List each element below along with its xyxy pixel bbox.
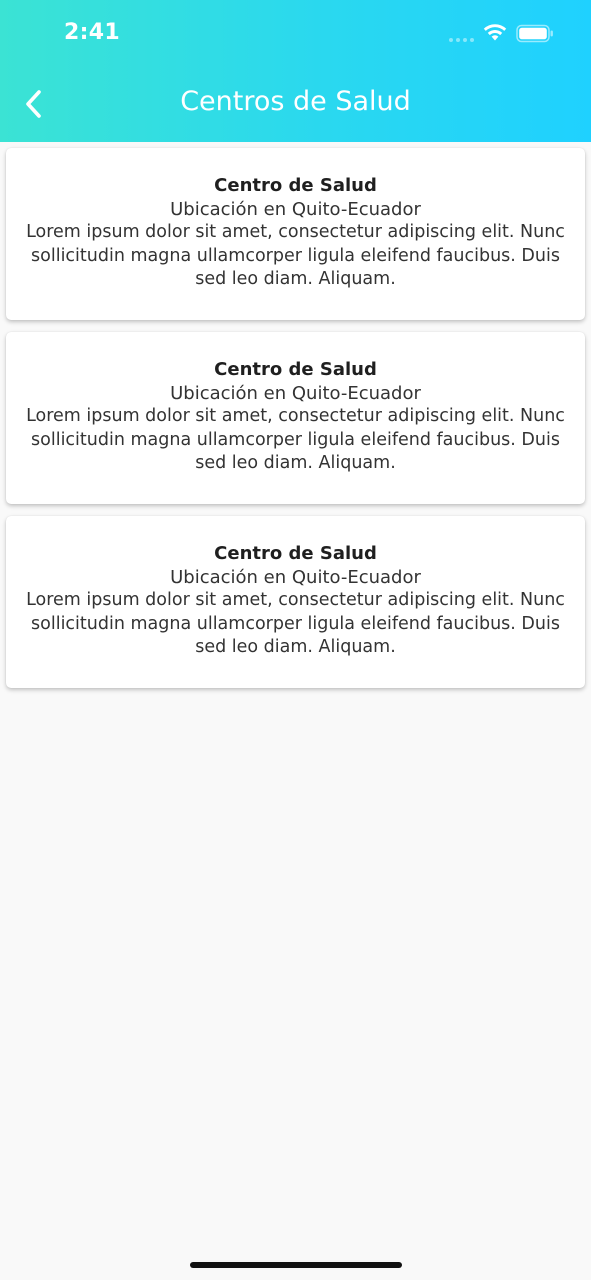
card-location: Ubicación en Quito-Ecuador bbox=[170, 383, 421, 404]
navigation-bar: Centros de Salud bbox=[0, 72, 591, 136]
card-description: Lorem ipsum dolor sit amet, consectetur … bbox=[26, 406, 565, 473]
health-center-card[interactable]: Centro de Salud Ubicación en Quito-Ecuad… bbox=[6, 332, 585, 504]
card-title: Centro de Salud bbox=[214, 175, 377, 196]
home-indicator[interactable] bbox=[190, 1262, 402, 1268]
health-center-card[interactable]: Centro de Salud Ubicación en Quito-Ecuad… bbox=[6, 516, 585, 688]
cellular-signal-icon bbox=[449, 38, 477, 44]
status-bar: 2:41 bbox=[0, 0, 591, 68]
page-title: Centros de Salud bbox=[180, 86, 411, 117]
header: 2:41 Centros de Salud bbox=[0, 0, 591, 142]
status-time: 2:41 bbox=[64, 20, 120, 45]
card-title: Centro de Salud bbox=[214, 359, 377, 380]
card-description: Lorem ipsum dolor sit amet, consectetur … bbox=[26, 590, 565, 657]
wifi-icon bbox=[483, 24, 507, 41]
card-title: Centro de Salud bbox=[214, 543, 377, 564]
health-center-list: Centro de Salud Ubicación en Quito-Ecuad… bbox=[6, 148, 585, 700]
card-description: Lorem ipsum dolor sit amet, consectetur … bbox=[26, 222, 565, 289]
card-location: Ubicación en Quito-Ecuador bbox=[170, 567, 421, 588]
health-center-card[interactable]: Centro de Salud Ubicación en Quito-Ecuad… bbox=[6, 148, 585, 320]
battery-icon bbox=[516, 24, 553, 43]
card-location: Ubicación en Quito-Ecuador bbox=[170, 199, 421, 220]
app-screen: 2:41 Centros de Salud Centro de Salud Ub… bbox=[0, 0, 591, 1280]
